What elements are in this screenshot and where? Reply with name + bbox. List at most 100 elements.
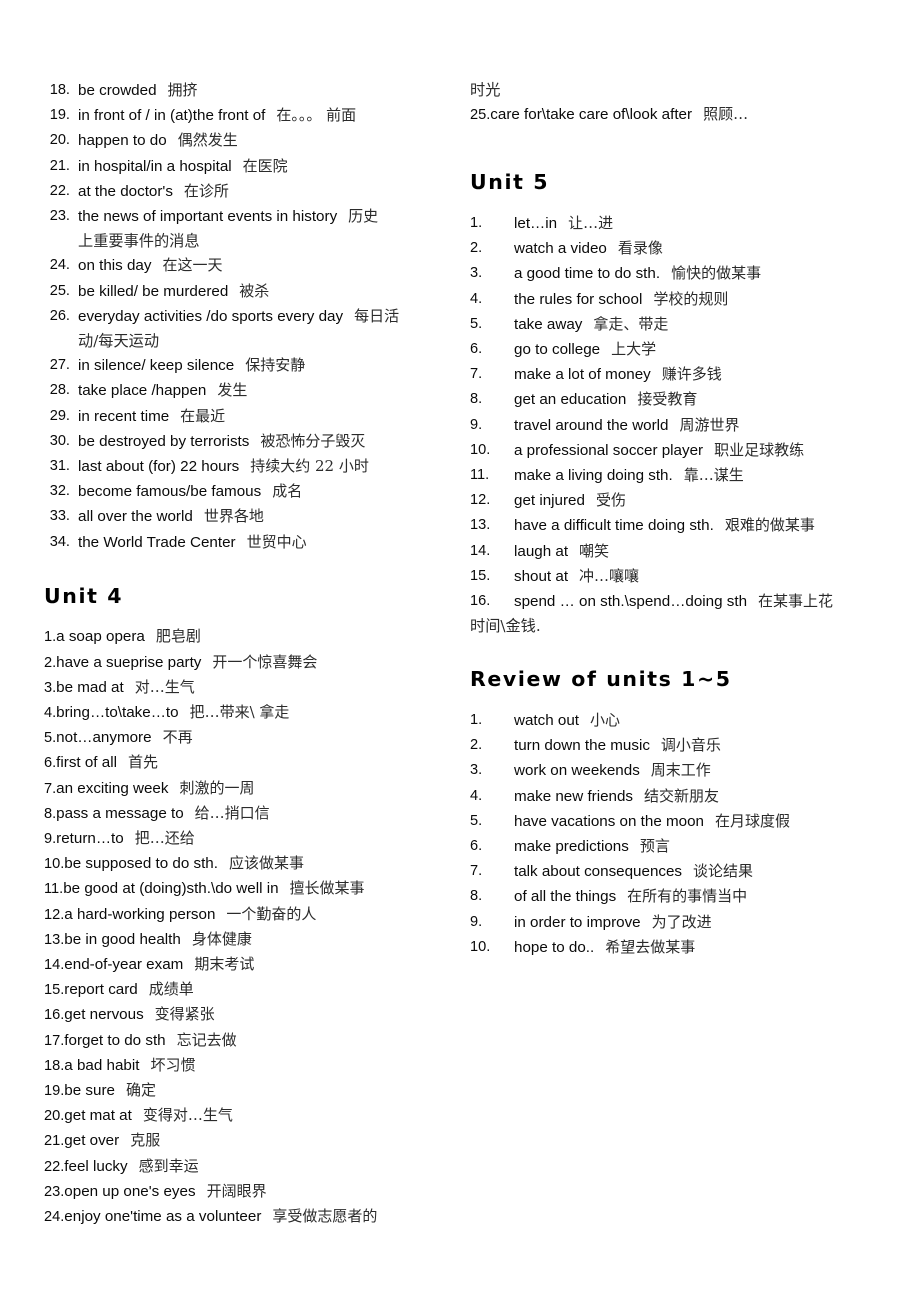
list-item: 15.report card 成绩单 bbox=[44, 977, 444, 1002]
item-number: 13. bbox=[44, 931, 65, 948]
item-chinese: 开一个惊喜舞会 bbox=[212, 652, 318, 671]
item-chinese: 谈论结果 bbox=[693, 862, 754, 881]
item-number: 23. bbox=[49, 208, 70, 225]
item-number: 10. bbox=[470, 938, 491, 955]
item-number: 1. bbox=[470, 214, 483, 231]
item-number: 1. bbox=[44, 629, 57, 646]
item-chinese: 看录像 bbox=[617, 239, 663, 258]
item-english: a hard-working person bbox=[64, 905, 216, 923]
list-item: 7. talk about consequences 谈论结果 bbox=[470, 859, 870, 884]
item-english: be mad at bbox=[56, 678, 124, 696]
item-number: 10. bbox=[470, 441, 491, 458]
item-english: be good at (doing)sth.\do well in bbox=[63, 880, 279, 898]
item-number: 18. bbox=[49, 82, 70, 98]
item-chinese: 身体健康 bbox=[191, 929, 252, 948]
item-english: at the doctor's bbox=[78, 182, 173, 200]
item-number: 27. bbox=[49, 357, 70, 374]
list-item: 8. get an education 接受教育 bbox=[470, 387, 870, 412]
item-number: 9. bbox=[470, 416, 483, 433]
item-chinese: 擅长做某事 bbox=[289, 879, 365, 898]
item-english: feel lucky bbox=[64, 1157, 128, 1175]
item-chinese: 世贸中心 bbox=[246, 532, 307, 551]
item-number: 11. bbox=[470, 466, 490, 483]
item-english: on this day bbox=[78, 257, 152, 275]
item-chinese: 结交新朋友 bbox=[644, 786, 720, 805]
item-number: 4. bbox=[470, 787, 483, 804]
item-english: be supposed to do sth. bbox=[64, 855, 218, 873]
item-chinese: 希望去做某事 bbox=[605, 937, 696, 956]
item-number: 33. bbox=[49, 508, 70, 525]
list-item: 24. on this day 在这一天 bbox=[44, 253, 444, 278]
list-item: 20.get mat at 变得对…生气 bbox=[44, 1103, 444, 1128]
list-item: 10. a professional soccer player 职业足球教练 bbox=[470, 438, 870, 463]
item-number: 21. bbox=[44, 1133, 65, 1150]
list-item: 19. in front of / in (at)the front of 在。。。… bbox=[44, 103, 444, 128]
item-number: 34. bbox=[49, 533, 70, 550]
left-column: 18. be crowded 拥挤 19. in front of / in (at)t… bbox=[44, 78, 444, 1229]
item-number: 24. bbox=[49, 257, 70, 274]
heading-spacer bbox=[470, 691, 870, 708]
item-english: travel around the world bbox=[514, 416, 669, 434]
item-chinese: 冲…嚷嚷 bbox=[579, 566, 640, 585]
item-english: bring…to\take…to bbox=[56, 704, 179, 722]
item-chinese: 开阔眼界 bbox=[206, 1181, 267, 1200]
item-chinese: 调小音乐 bbox=[660, 736, 721, 755]
item-chinese: 偶然发生 bbox=[177, 131, 238, 150]
item-number: 13. bbox=[470, 517, 491, 534]
list-item: 13.be in good health 身体健康 bbox=[44, 927, 444, 952]
item-chinese: 拥挤 bbox=[167, 81, 198, 99]
item-chinese: 拿走、带走 bbox=[593, 314, 669, 333]
item-number: 19. bbox=[44, 1083, 65, 1100]
item-english: turn down the music bbox=[514, 737, 650, 755]
item-english: get injured bbox=[514, 492, 585, 510]
list-item: 30. be destroyed by terrorists 被恐怖分子毁灭 bbox=[44, 429, 444, 454]
item-english: a good time to do sth. bbox=[514, 265, 661, 283]
item-chinese: 照顾… bbox=[703, 105, 749, 124]
list-item: 6. make predictions 预言 bbox=[470, 834, 870, 859]
list-item: 4.bring…to\take…to 把…带来\ 拿走 bbox=[44, 700, 444, 725]
item-number: 6. bbox=[44, 755, 57, 772]
list-item: 11. make a living doing sth. 靠…谋生 bbox=[470, 463, 870, 488]
item-chinese: 坏习惯 bbox=[150, 1055, 196, 1074]
item-number: 15. bbox=[44, 982, 65, 999]
item-english: be destroyed by terrorists bbox=[78, 432, 250, 450]
item-chinese: 感到幸运 bbox=[138, 1156, 199, 1175]
item-number: 4. bbox=[470, 290, 483, 307]
item-english: watch out bbox=[514, 711, 580, 729]
list-item: 22. at the doctor's 在诊所 bbox=[44, 179, 444, 204]
item-number: 9. bbox=[470, 913, 483, 930]
list-item: 3.be mad at 对…生气 bbox=[44, 675, 444, 700]
item-english: last about (for) 22 hours bbox=[78, 458, 240, 476]
list-item: 29. in recent time 在最近 bbox=[44, 404, 444, 429]
item-english: pass a message to bbox=[56, 804, 184, 822]
item-number: 16. bbox=[44, 1007, 65, 1024]
item-wrap-line: 动/每天运动 bbox=[78, 332, 160, 351]
item-number: 28. bbox=[49, 382, 70, 399]
item-number: 7. bbox=[470, 863, 483, 880]
item-chinese: 对…生气 bbox=[134, 677, 195, 696]
item-chinese: 学校的规则 bbox=[653, 289, 729, 308]
item-number: 9. bbox=[44, 831, 57, 848]
list-item: 9. in order to improve 为了改进 bbox=[470, 910, 870, 935]
item-chinese: 忘记去做 bbox=[176, 1030, 237, 1049]
unit5-list: 1. let…in 让…进 2. watch a video 看录像 3. a good ti… bbox=[470, 211, 870, 638]
list-item: 1. let…in 让…进 bbox=[470, 211, 870, 236]
item-english: in silence/ keep silence bbox=[78, 357, 235, 375]
item-number: 8. bbox=[44, 805, 57, 822]
list-item: 11.be good at (doing)sth.\do well in 擅长做某… bbox=[44, 876, 444, 901]
list-item: 22.feel lucky 感到幸运 bbox=[44, 1154, 444, 1179]
item-english: in recent time bbox=[78, 407, 170, 425]
unit5-heading-block: Unit 5 bbox=[470, 171, 870, 194]
item-english: take away bbox=[514, 315, 583, 333]
item-english: everyday activities /do sports every day bbox=[78, 307, 344, 325]
item-number: 20. bbox=[44, 1108, 65, 1125]
list-item: 6.first of all 首先 bbox=[44, 750, 444, 775]
item-english: of all the things bbox=[514, 888, 617, 906]
list-item: 16. spend … on sth.\spend…doing sth 在某事上花 bbox=[470, 589, 870, 614]
item-number: 32. bbox=[49, 483, 70, 500]
list-item: 32. become famous/be famous 成名 bbox=[44, 479, 444, 504]
item-number: 6. bbox=[470, 340, 483, 357]
list-item: 21.get over 克服 bbox=[44, 1128, 444, 1153]
